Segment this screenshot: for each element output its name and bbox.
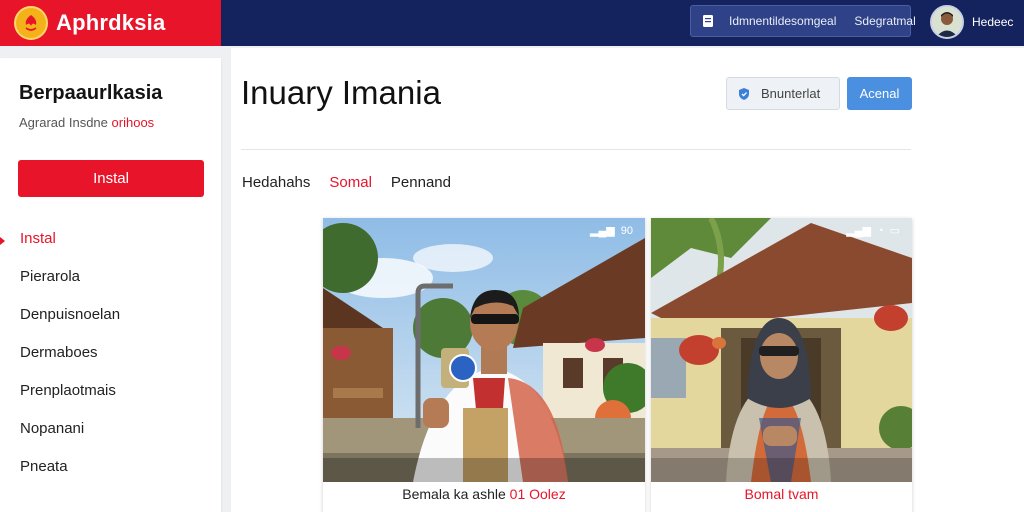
sidebar-subtitle-text: Agrarad Insdne — [19, 115, 108, 130]
divider — [241, 149, 911, 150]
brand-logo-icon — [14, 6, 48, 40]
card-caption: Bemala ka ashle 01 Oolez — [323, 486, 645, 502]
shield-icon — [737, 87, 751, 101]
card-photo-woman — [651, 218, 912, 482]
app-name: Aphrdksia — [56, 10, 166, 35]
media-card[interactable]: ▂▄▆ ◔ ▭ Bomal tvam — [651, 218, 912, 512]
brand[interactable]: Aphrdksia — [0, 0, 221, 46]
wifi-icon: ◔ — [876, 224, 884, 237]
top-bar: Aphrdksia Idmnentildesomgeal Sdegratmal … — [0, 0, 1024, 46]
tab-somal[interactable]: Somal — [329, 174, 372, 191]
page-title: Inuary Imania — [241, 74, 441, 111]
status-text: 90 — [620, 224, 633, 237]
tab-hedahahs[interactable]: Hedahahs — [242, 174, 310, 191]
card-caption-accent: 01 Oolez — [509, 486, 566, 502]
primary-button[interactable]: Acenal — [847, 77, 912, 110]
card-caption: Bomal tvam — [744, 486, 819, 502]
top-action-link-1[interactable]: Idmnentildesomgeal — [729, 14, 836, 28]
secondary-button[interactable]: Bnunterlat — [726, 77, 840, 110]
sidebar-item-denpuisnoelan[interactable]: Denpuisnoelan — [0, 296, 221, 334]
signal-icon: ▂▄▆ — [846, 225, 871, 237]
user-menu[interactable]: Hedeec — [930, 5, 1013, 39]
sidebar-item-pneata[interactable]: Pneata — [0, 448, 221, 486]
battery-icon: ▭ — [889, 225, 900, 237]
sidebar-item-nopanani[interactable]: Nopanani — [0, 410, 221, 448]
sidebar: Berpaaurlkasia Agrarad Insdne orihoos In… — [0, 58, 221, 512]
user-name: Hedeec — [972, 15, 1014, 29]
sidebar-item-prenplaotmais[interactable]: Prenplaotmais — [0, 372, 221, 410]
tab-bar: Hedahahs Somal Pennand — [242, 174, 470, 191]
card-photo-young-man — [323, 218, 645, 482]
top-actions: Idmnentildesomgeal Sdegratmal — [690, 5, 916, 37]
document-icon[interactable] — [701, 14, 715, 28]
avatar[interactable] — [930, 5, 964, 39]
tab-pennand[interactable]: Pennand — [391, 174, 451, 191]
card-caption-main: Bemala ka ashle — [402, 486, 506, 502]
secondary-button-label: Bnunterlat — [761, 86, 821, 101]
sidebar-item-pierarola[interactable]: Pierarola — [0, 258, 221, 296]
status-bar: ▂▄▆ 90 — [590, 224, 633, 238]
sidebar-subtitle-accent: orihoos — [111, 115, 155, 130]
top-action-link-2[interactable]: Sdegratmal — [854, 14, 915, 28]
status-bar: ▂▄▆ ◔ ▭ — [846, 224, 900, 238]
main-panel: Inuary Imania Bnunterlat Acenal Hedahahs… — [231, 48, 1024, 512]
media-card[interactable]: ▂▄▆ 90 Bemala ka ashle 01 Oolez — [323, 218, 645, 512]
install-button[interactable]: Instal — [18, 160, 204, 197]
sidebar-item-dermaboes[interactable]: Dermaboes — [0, 334, 221, 372]
sidebar-nav: Instal Pierarola Denpuisnoelan Dermaboes… — [0, 220, 221, 486]
sidebar-item-instal[interactable]: Instal — [0, 220, 221, 258]
signal-icon: ▂▄▆ — [590, 225, 615, 237]
sidebar-title: Berpaaurlkasia — [19, 82, 163, 104]
sidebar-subtitle: Agrarad Insdne orihoos — [19, 115, 154, 130]
